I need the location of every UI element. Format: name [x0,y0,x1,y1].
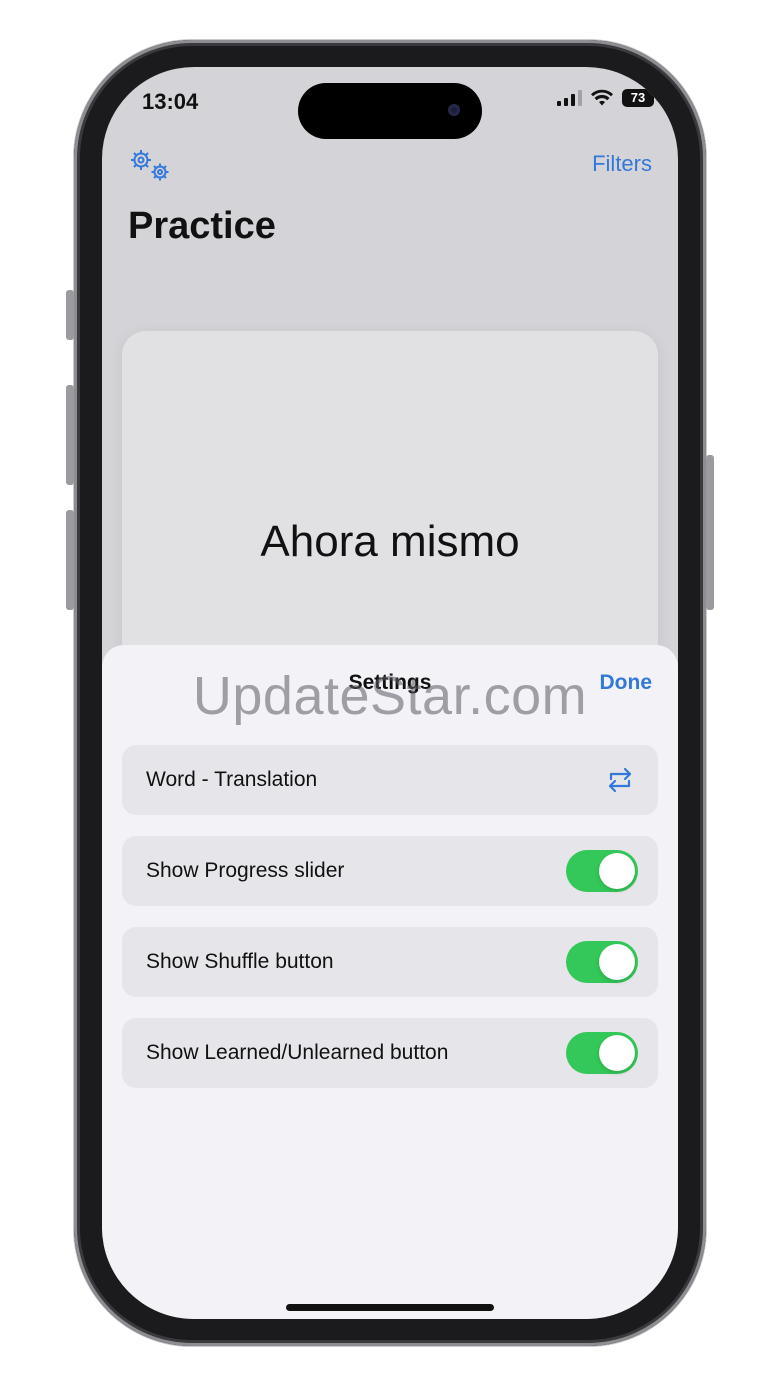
done-button[interactable]: Done [600,671,653,695]
progress-slider-toggle[interactable] [566,850,638,892]
setting-label: Word - Translation [146,768,318,791]
learned-button-toggle[interactable] [566,1032,638,1074]
camera-icon [448,104,460,116]
volume-up-button [66,385,74,485]
flashcard-word: Ahora mismo [260,517,520,566]
action-button [66,290,74,340]
sheet-title: Settings [348,671,432,694]
toggle-knob [599,853,635,889]
settings-gear-button[interactable] [128,147,174,183]
phone-screen: 13:04 73 Filters Practice Ahora mismo Se… [102,67,678,1319]
swap-direction-icon[interactable] [604,765,636,795]
battery-icon: 73 [622,89,658,107]
filters-button[interactable]: Filters [592,151,652,177]
setting-row-learned-button: Show Learned/Unlearned button [122,1018,658,1088]
setting-row-word-translation[interactable]: Word - Translation [122,745,658,815]
setting-row-shuffle-button: Show Shuffle button [122,927,658,997]
setting-label: Show Shuffle button [146,950,334,973]
setting-row-progress-slider: Show Progress slider [122,836,658,906]
toggle-knob [599,944,635,980]
volume-down-button [66,510,74,610]
status-time: 13:04 [142,89,199,114]
dynamic-island [298,83,482,139]
status-indicators: 73 [557,89,658,107]
setting-label: Show Learned/Unlearned button [146,1041,449,1064]
cellular-signal-icon [557,90,582,106]
shuffle-button-toggle[interactable] [566,941,638,983]
power-button [706,455,714,610]
home-indicator[interactable] [286,1304,494,1311]
toggle-knob [599,1035,635,1071]
setting-label: Show Progress slider [146,859,345,882]
wifi-icon [591,89,613,106]
page-title: Practice [128,205,276,247]
settings-sheet: Settings Done UpdateStar.com Word - Tran… [102,645,678,1319]
gear-icon [131,150,169,181]
